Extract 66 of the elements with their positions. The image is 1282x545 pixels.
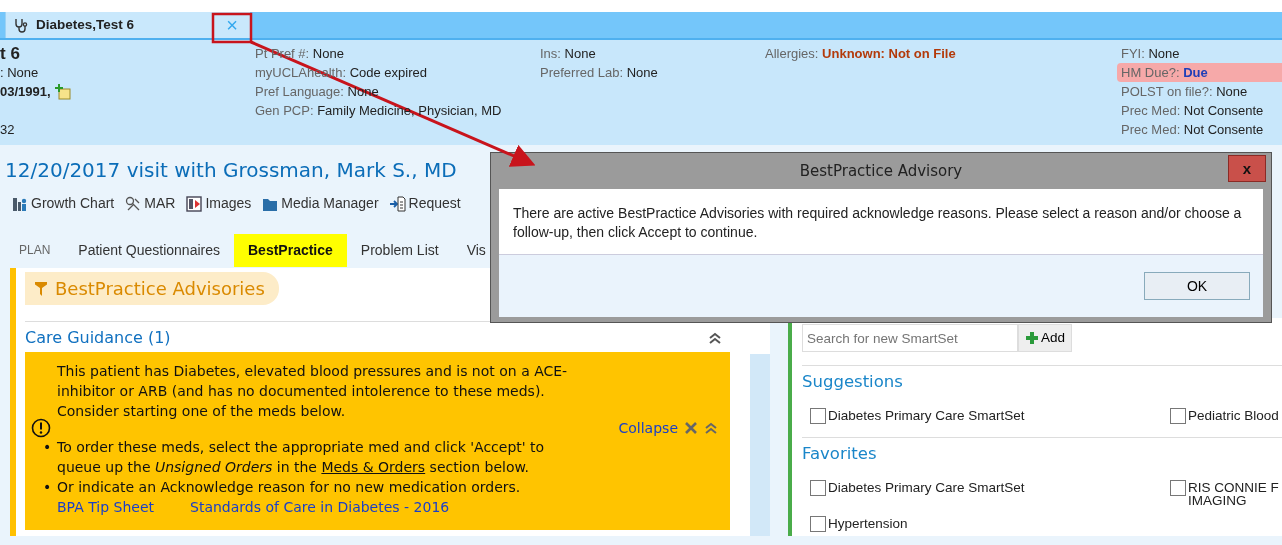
checkbox-label: Hypertension <box>828 516 908 530</box>
search-field[interactable]: Search for new SmartSet <box>802 324 1018 352</box>
header-text: : None <box>0 64 40 82</box>
visit-title: 12/20/2017 visit with Grossman, Mark S., MD <box>4 157 457 183</box>
tab[interactable]: BestPractice <box>234 233 347 267</box>
header-text: 32 <box>0 121 16 139</box>
bullet: • <box>42 438 53 457</box>
highlight-box <box>211 12 253 44</box>
patient-name: t 6 <box>0 44 21 63</box>
warning-icon <box>31 418 51 438</box>
document-icon <box>389 195 406 212</box>
tab[interactable]: Problem List <box>346 233 453 267</box>
header-field: Ins: None <box>540 44 765 63</box>
header-field: Prec Med: Not Consente <box>1121 101 1282 120</box>
header-field: Allergies: Unknown: Not on File <box>765 44 1121 63</box>
tab[interactable]: Patient Questionnaires <box>64 233 234 267</box>
ok-button[interactable]: OK <box>1144 272 1250 300</box>
patient-tab[interactable]: Diabetes,Test 6 × <box>5 12 250 38</box>
filter-icon <box>35 281 47 296</box>
double-chevron-icon[interactable] <box>708 332 722 344</box>
link[interactable]: Standards of Care in Diabetes - 2016 <box>190 497 450 517</box>
advisory-text: To order these meds, select the appropriate med and click 'Accept' to queue up the Unsigned Orders in the Meds & Orders section below. <box>57 438 546 477</box>
toolbar-button[interactable]: Growth Chart <box>12 193 115 214</box>
checkbox[interactable] <box>1170 479 1186 496</box>
link[interactable]: Meds & Orders <box>321 459 426 475</box>
checkbox[interactable] <box>1170 407 1186 424</box>
scrollbar[interactable] <box>750 354 770 536</box>
header-field: Prec Med: Not Consente <box>1121 120 1282 139</box>
checkbox-label: RIS CONNIE F IMAGING <box>1188 480 1279 507</box>
section-label: PLAN <box>19 242 51 259</box>
header-field: FYI: None <box>1121 44 1282 63</box>
section-title: Suggestions <box>802 371 904 393</box>
header-field: POLST on file?: None <box>1121 82 1282 101</box>
dialog-title: BestPractice Advisory <box>799 160 963 182</box>
toolbar-button[interactable]: MAR <box>125 193 176 214</box>
toolbar-button[interactable]: Images <box>186 193 252 214</box>
double-chevron-icon[interactable] <box>704 422 718 434</box>
dialog-message: There are active BestPractice Advisories with required acknowledge reasons. Please select a reason and/or choose a follow-up, then click Accept to continue. <box>513 204 1243 242</box>
group-title[interactable]: Care Guidance (1) <box>25 326 171 350</box>
toolbar-button[interactable]: Media Manager <box>262 193 379 214</box>
checkbox-label: Pediatric Blood <box>1188 408 1279 422</box>
checkbox-label: Diabetes Primary Care SmartSet <box>828 408 1025 422</box>
checkbox[interactable] <box>810 515 826 532</box>
advisory-text: This patient has Diabetes, elevated blood pressures and is not on a ACE-inhibitor or ARB (and has no documented intolerence to these meds). Consider starting one of the meds below. <box>57 362 569 421</box>
advisory-text: Or indicate an Acknowledge reason for no new medication orders. <box>57 478 521 497</box>
due-field: HM Due?: Due <box>1117 63 1282 82</box>
stethoscope-icon <box>14 17 28 33</box>
birth-date: 03/1991, <box>0 83 51 101</box>
image-icon <box>186 195 203 212</box>
link[interactable]: BPA Tip Sheet <box>57 497 154 517</box>
add-button[interactable]: Add <box>1018 324 1073 352</box>
checkbox-label: Diabetes Primary Care SmartSet <box>828 480 1025 494</box>
section-title: Favorites <box>802 442 878 465</box>
plus-icon <box>1025 331 1039 345</box>
chart-icon <box>12 195 28 212</box>
collapse-link[interactable]: Collapse <box>618 418 678 438</box>
checkbox[interactable] <box>810 479 826 496</box>
toolbar-button[interactable]: Request <box>389 193 461 214</box>
bullet: • <box>42 478 53 497</box>
add-note-icon[interactable] <box>54 83 71 100</box>
header-field: Preferred Lab: None <box>540 63 765 82</box>
checkbox[interactable] <box>810 407 826 424</box>
close-button[interactable]: x <box>1228 155 1266 182</box>
close-icon[interactable] <box>684 421 698 435</box>
patient-name: Diabetes,Test 6 <box>36 15 135 34</box>
header-field: Gen PCP: Family Medicine, Physician, MD <box>255 101 540 120</box>
